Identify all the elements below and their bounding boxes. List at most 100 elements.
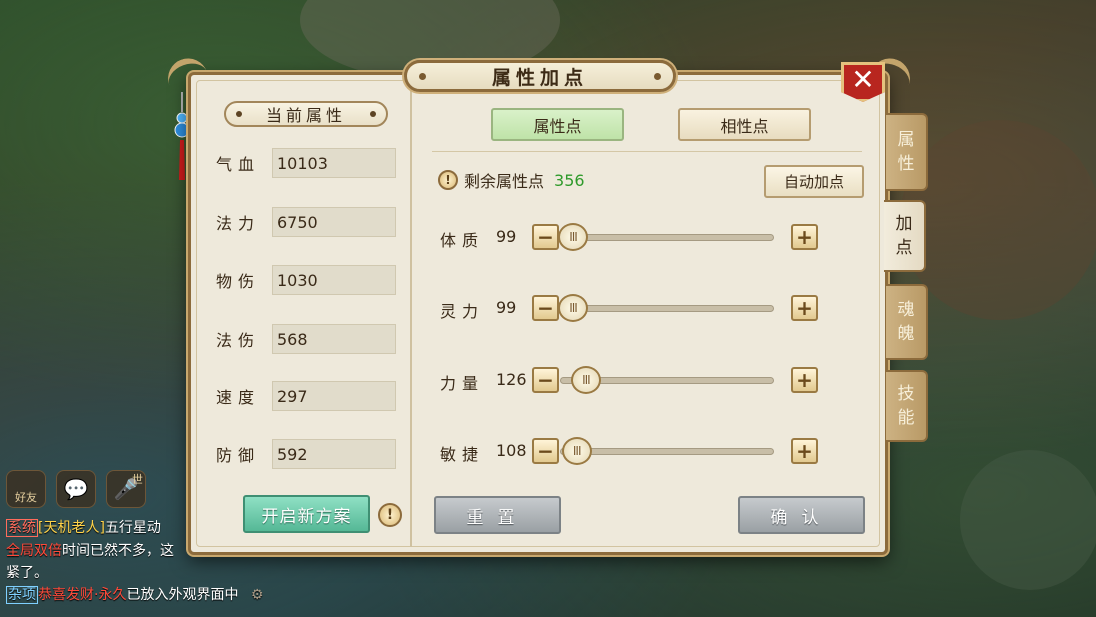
allocation-slider-thumb[interactable]: III <box>561 437 592 465</box>
stat-label: 物伤 <box>216 272 261 291</box>
tab-affinity-points[interactable]: 相性点 <box>678 108 811 141</box>
minus-icon: − <box>537 225 554 249</box>
close-icon: ✕ <box>851 63 875 96</box>
panel-ornament-left <box>162 52 208 88</box>
heading-ornament-dot <box>370 111 376 117</box>
side-tab-char: 性 <box>897 154 915 174</box>
allocation-label: 力量 <box>440 374 485 393</box>
title-ornament-dot <box>654 73 661 80</box>
stat-label: 法伤 <box>216 331 261 350</box>
side-tab-soul[interactable]: 魂 魄 <box>886 284 928 360</box>
allocation-row-agility: 敏捷 108 − III + <box>440 436 820 466</box>
decrease-button[interactable]: − <box>532 224 559 250</box>
allocation-value: 108 <box>496 441 527 460</box>
grip-icon: III <box>572 444 582 458</box>
allocation-value: 99 <box>496 227 517 246</box>
current-attributes-title: 当前属性 <box>265 106 346 125</box>
plan-info-icon[interactable]: ! <box>378 503 402 527</box>
chat-text: 时间已然不多，这 <box>62 543 174 559</box>
allocation-slider-track[interactable] <box>560 448 774 455</box>
decrease-button[interactable]: − <box>532 367 559 393</box>
allocation-slider-track[interactable] <box>560 305 774 312</box>
stat-label: 速度 <box>216 388 261 407</box>
title-ornament-dot <box>419 73 426 80</box>
plus-icon: + <box>796 439 813 463</box>
stat-row-mp: 法力 6750 <box>216 206 396 238</box>
increase-button[interactable]: + <box>791 224 818 250</box>
plus-icon: + <box>796 368 813 392</box>
current-attributes-section: 当前属性 气血 10103 法力 6750 物伤 1030 法伤 568 速度 … <box>198 85 412 547</box>
decrease-button[interactable]: − <box>532 295 559 321</box>
window-title: 属性加点 <box>491 66 588 89</box>
increase-button[interactable]: + <box>791 438 818 464</box>
chat-channel-tag: 系统 <box>6 519 38 537</box>
allocation-row-strength: 力量 126 − III + <box>440 365 820 395</box>
side-tab-char: 能 <box>897 408 915 428</box>
side-tab-allocate[interactable]: 加 点 <box>884 200 926 272</box>
allocation-value: 126 <box>496 370 527 389</box>
auto-allocate-button[interactable]: 自动加点 <box>764 165 864 198</box>
chat-message[interactable]: 全局双倍时间已然不多，这 <box>6 540 174 560</box>
allocation-row-constitution: 体质 99 − III + <box>440 222 820 252</box>
remaining-points-row: ! 剩余属性点 356 <box>438 168 585 192</box>
friends-button[interactable]: 好友 <box>6 470 46 508</box>
increase-button[interactable]: + <box>791 367 818 393</box>
stat-value: 297 <box>272 381 396 411</box>
chat-message[interactable]: 系统 [天机老人]五行星动 <box>6 517 161 537</box>
window-title-plaque: 属性加点 <box>404 60 676 92</box>
chat-message[interactable]: 杂项 恭喜发财·永久已放入外观界面中 ⚙ <box>6 584 263 604</box>
chat-settings-gear-icon[interactable]: ⚙ <box>251 587 264 603</box>
plus-icon: + <box>796 225 813 249</box>
side-tab-char: 加 <box>895 214 913 234</box>
side-tab-char: 魂 <box>897 300 915 320</box>
minus-icon: − <box>537 296 554 320</box>
heading-ornament-dot <box>236 111 242 117</box>
chat-npc-name: [天机老人] <box>38 520 105 536</box>
chat-item-name: 恭喜发财·永久 <box>38 587 127 603</box>
chat-channel-tag: 杂项 <box>6 586 38 604</box>
stat-value: 568 <box>272 324 396 354</box>
allocation-label: 灵力 <box>440 302 485 321</box>
stat-label: 法力 <box>216 214 261 233</box>
current-attributes-heading: 当前属性 <box>224 101 388 127</box>
increase-button[interactable]: + <box>791 295 818 321</box>
grip-icon: III <box>569 301 578 315</box>
confirm-button[interactable]: 确认 <box>738 496 865 534</box>
minus-icon: − <box>537 368 554 392</box>
world-channel-label: 世 <box>132 473 143 486</box>
side-tab-char: 点 <box>895 238 913 258</box>
stat-row-hp: 气血 10103 <box>216 147 396 179</box>
chat-button[interactable]: 💬 <box>56 470 96 508</box>
remaining-points-value: 356 <box>554 170 585 190</box>
chat-text: 紧了。 <box>6 565 48 581</box>
tab-attribute-points[interactable]: 属性点 <box>491 108 624 141</box>
divider <box>432 151 862 152</box>
side-tab-skills[interactable]: 技 能 <box>886 370 928 442</box>
stat-label: 防御 <box>216 446 261 465</box>
stat-value: 6750 <box>272 207 396 237</box>
allocation-slider-track[interactable] <box>560 234 774 241</box>
allocation-value: 99 <box>496 298 517 317</box>
stat-value: 592 <box>272 439 396 469</box>
stat-row-magic-damage: 法伤 568 <box>216 323 396 355</box>
stat-value: 10103 <box>272 148 396 178</box>
side-tab-char: 魄 <box>897 324 915 344</box>
stat-row-physical-damage: 物伤 1030 <box>216 264 396 296</box>
stat-label: 气血 <box>216 155 261 174</box>
allocation-slider-thumb[interactable]: III <box>558 294 588 322</box>
decrease-button[interactable]: − <box>532 438 559 464</box>
minus-icon: − <box>537 439 554 463</box>
chat-message[interactable]: 紧了。 <box>6 562 48 582</box>
chat-highlight: 全局双倍 <box>6 543 62 559</box>
voice-button[interactable]: 🎤 世 <box>106 470 146 508</box>
plus-icon: + <box>796 296 813 320</box>
allocation-label: 敏捷 <box>440 445 485 464</box>
allocation-slider-thumb[interactable]: III <box>558 223 588 251</box>
remaining-info-icon[interactable]: ! <box>438 170 458 190</box>
side-tab-char: 属 <box>897 130 915 150</box>
new-plan-button[interactable]: 开启新方案 <box>243 495 370 533</box>
side-tab-attributes[interactable]: 属 性 <box>886 113 928 191</box>
chat-text: 已放入外观界面中 <box>126 587 239 603</box>
allocation-slider-thumb[interactable]: III <box>570 366 601 394</box>
reset-button[interactable]: 重置 <box>434 496 561 534</box>
